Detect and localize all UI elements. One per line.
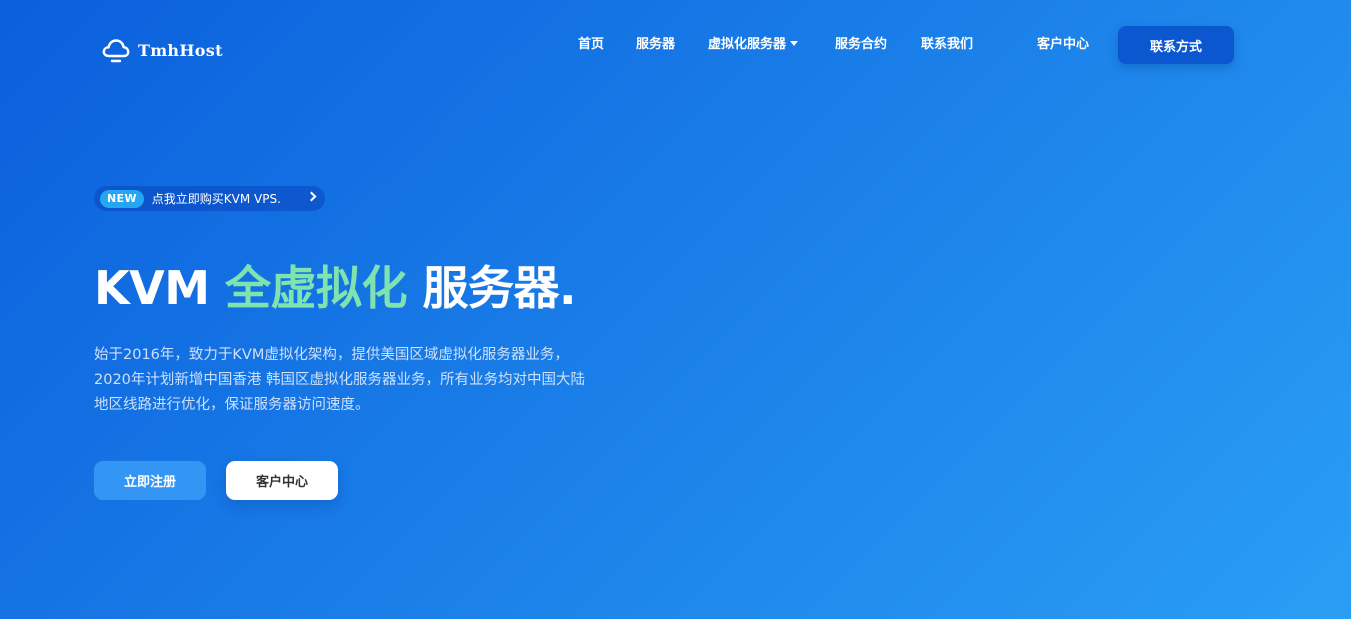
- register-button[interactable]: 立即注册: [94, 461, 206, 500]
- nav-item-contact-us[interactable]: 联系我们: [921, 26, 973, 64]
- nav-item-home[interactable]: 首页: [578, 26, 604, 64]
- hero-description: 始于2016年，致力于KVM虚拟化架构，提供美国区域虚拟化服务器业务， 2020…: [94, 343, 654, 418]
- site-header: TmhHost 首页 服务器 虚拟化服务器 服务合约 联系我们 客户中心 联系方…: [0, 0, 1351, 90]
- nav-item-client-center[interactable]: 客户中心: [1037, 26, 1089, 64]
- nav-item-label: 联系我们: [921, 37, 974, 52]
- headline-accent: 全虚拟化: [225, 261, 408, 315]
- nav-item-servers[interactable]: 服务器: [636, 26, 675, 64]
- nav-item-label: 服务器: [636, 37, 676, 52]
- nav-item-label: 客户中心: [1037, 37, 1090, 52]
- description-line: 2020年计划新增中国香港 韩国区虚拟化服务器业务，所有业务均对中国大陆: [94, 372, 586, 388]
- headline-part2: 服务器.: [407, 261, 577, 315]
- nav-item-label: 服务合约: [835, 37, 888, 52]
- new-badge: NEW: [100, 189, 144, 208]
- promo-banner[interactable]: NEW 点我立即购买KVM VPS.: [94, 186, 325, 211]
- description-line: 地区线路进行优化，保证服务器访问速度。: [94, 397, 370, 413]
- headline-part1: KVM: [94, 261, 226, 315]
- caret-down-icon: [790, 41, 799, 46]
- contact-button[interactable]: 联系方式: [1118, 26, 1234, 64]
- nav-item-label: 虚拟化服务器: [708, 37, 787, 52]
- nav-item-service-contract[interactable]: 服务合约: [835, 26, 887, 64]
- hero-headline: KVM 全虚拟化 服务器.: [94, 258, 577, 318]
- description-line: 始于2016年，致力于KVM虚拟化架构，提供美国区域虚拟化服务器业务，: [94, 347, 569, 363]
- nav-item-label: 首页: [578, 37, 605, 52]
- client-center-button[interactable]: 客户中心: [226, 461, 338, 500]
- promo-text: 点我立即购买KVM VPS.: [151, 192, 281, 206]
- nav-item-virtual-servers[interactable]: 虚拟化服务器: [708, 26, 799, 64]
- chevron-right-icon: [306, 191, 317, 202]
